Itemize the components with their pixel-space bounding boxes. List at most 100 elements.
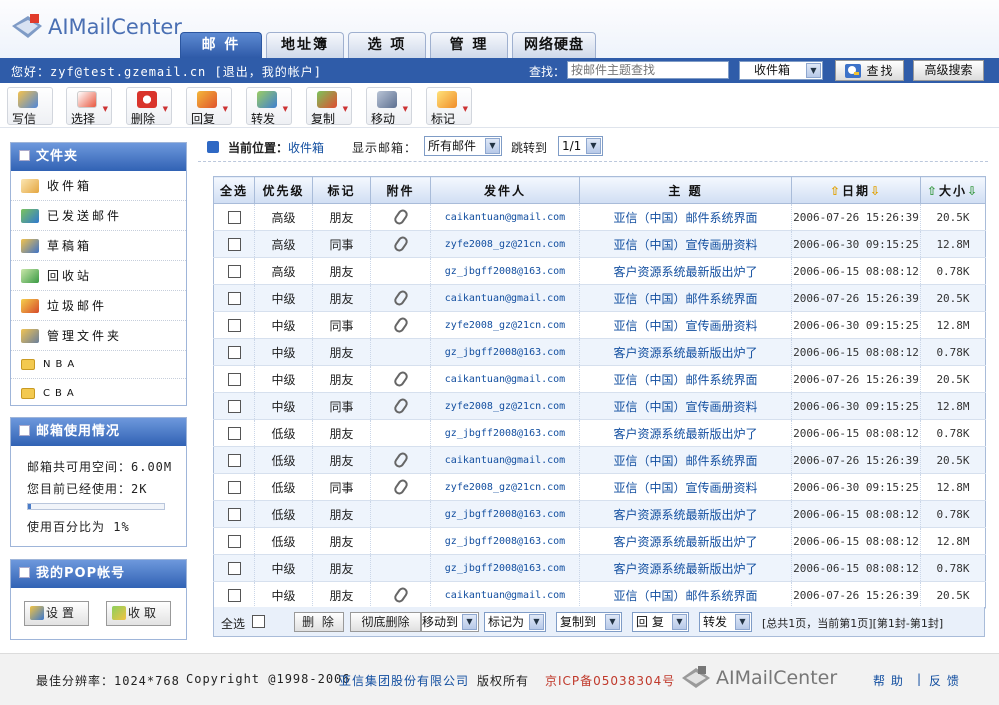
delete-button[interactable]: 删除 ▼	[126, 87, 172, 126]
row-sender[interactable]: caikantuan@gmail.com	[430, 446, 580, 474]
table-row[interactable]: 低级 同事 zyfe2008_gz@21cn.com 亚信（中国）宣传画册资料 2006…	[213, 473, 986, 501]
row-checkbox-cell[interactable]	[213, 203, 255, 231]
row-sender[interactable]: zyfe2008_gz@21cn.com	[430, 473, 580, 501]
folder-nba[interactable]: NBA	[11, 351, 186, 379]
row-sender[interactable]: caikantuan@gmail.com	[430, 581, 580, 609]
row-checkbox-cell[interactable]	[213, 419, 255, 447]
table-row[interactable]: 低级 朋友 gz_jbgff2008@163.com 客户资源系统最新版出炉了 2006…	[213, 419, 986, 447]
delete-selected-button[interactable]: 删 除	[294, 612, 344, 632]
panel-collapse-icon[interactable]	[19, 425, 30, 436]
forward-select[interactable]: 转发 ▼	[699, 612, 752, 632]
tab-address-book[interactable]: 地址簿	[266, 32, 344, 58]
folder-sent[interactable]: 已发送邮件	[11, 201, 186, 231]
row-checkbox[interactable]	[227, 427, 241, 440]
mark-button[interactable]: 标记 ▼	[426, 87, 472, 126]
tab-mail[interactable]: 邮 件	[180, 32, 262, 58]
table-row[interactable]: 低级 朋友 gz_jbgff2008@163.com 客户资源系统最新版出炉了 2006…	[213, 527, 986, 555]
user-greeting[interactable]: 您好：zyf@test.gzemail.cn [退出，我的帐户]	[11, 63, 322, 80]
row-checkbox[interactable]	[227, 373, 241, 386]
row-subject[interactable]: 亚信（中国）邮件系统界面	[579, 446, 792, 474]
row-checkbox-cell[interactable]	[213, 338, 255, 366]
table-row[interactable]: 中级 朋友 caikantuan@gmail.com 亚信（中国）邮件系统界面 2006…	[213, 365, 986, 393]
row-sender[interactable]: gz_jbgff2008@163.com	[430, 419, 580, 447]
table-row[interactable]: 高级 朋友 caikantuan@gmail.com 亚信（中国）邮件系统界面 2006…	[213, 203, 986, 231]
panel-collapse-icon[interactable]	[19, 567, 30, 578]
row-checkbox-cell[interactable]	[213, 581, 255, 609]
tab-options[interactable]: 选 项	[348, 32, 426, 58]
pop-receive-button[interactable]: 收取	[106, 601, 171, 626]
row-subject[interactable]: 客户资源系统最新版出炉了	[579, 500, 792, 528]
location-current-link[interactable]: 收件箱	[288, 141, 324, 155]
row-subject[interactable]: 客户资源系统最新版出炉了	[579, 554, 792, 582]
row-checkbox[interactable]	[227, 535, 241, 548]
search-folder-select[interactable]: 收件箱 ▼	[739, 61, 823, 80]
search-input[interactable]	[567, 61, 729, 79]
copy-button[interactable]: 复制 ▼	[306, 87, 352, 126]
select-button[interactable]: 选择 ▼	[66, 87, 112, 126]
forward-button[interactable]: 转发 ▼	[246, 87, 292, 126]
move-to-select[interactable]: 移动到 ▼	[421, 612, 479, 632]
row-sender[interactable]: gz_jbgff2008@163.com	[430, 500, 580, 528]
compose-button[interactable]: 写信	[7, 87, 53, 126]
col-sender[interactable]: 发件人	[430, 176, 580, 204]
row-checkbox-cell[interactable]	[213, 230, 255, 258]
row-sender[interactable]: gz_jbgff2008@163.com	[430, 338, 580, 366]
col-size[interactable]: ⇧大小⇩	[920, 176, 986, 204]
reply-button[interactable]: 回复 ▼	[186, 87, 232, 126]
row-checkbox-cell[interactable]	[213, 473, 255, 501]
row-subject[interactable]: 亚信（中国）宣传画册资料	[579, 473, 792, 501]
row-checkbox[interactable]	[227, 346, 241, 359]
page-select[interactable]: 1/1 ▼	[558, 136, 603, 156]
reply-select[interactable]: 回 复 ▼	[632, 612, 689, 632]
row-checkbox[interactable]	[227, 481, 241, 494]
col-priority[interactable]: 优先级	[254, 176, 313, 204]
show-mailbox-select[interactable]: 所有邮件 ▼	[424, 136, 502, 156]
row-checkbox[interactable]	[227, 508, 241, 521]
row-checkbox-cell[interactable]	[213, 554, 255, 582]
row-subject[interactable]: 亚信（中国）宣传画册资料	[579, 392, 792, 420]
row-sender[interactable]: zyfe2008_gz@21cn.com	[430, 392, 580, 420]
feedback-link[interactable]: 反 馈	[929, 672, 960, 689]
row-sender[interactable]: gz_jbgff2008@163.com	[430, 527, 580, 555]
col-attachment[interactable]: 附件	[370, 176, 431, 204]
folder-spam[interactable]: 垃圾邮件	[11, 291, 186, 321]
row-sender[interactable]: zyfe2008_gz@21cn.com	[430, 230, 580, 258]
row-sender[interactable]: gz_jbgff2008@163.com	[430, 257, 580, 285]
row-subject[interactable]: 亚信（中国）邮件系统界面	[579, 581, 792, 609]
table-row[interactable]: 中级 朋友 caikantuan@gmail.com 亚信（中国）邮件系统界面 2006…	[213, 581, 986, 609]
row-checkbox[interactable]	[227, 292, 241, 305]
row-checkbox-cell[interactable]	[213, 392, 255, 420]
tab-network-disk[interactable]: 网络硬盘	[512, 32, 596, 58]
row-subject[interactable]: 亚信（中国）宣传画册资料	[579, 230, 792, 258]
panel-collapse-icon[interactable]	[19, 150, 30, 161]
row-checkbox[interactable]	[227, 265, 241, 278]
row-sender[interactable]: caikantuan@gmail.com	[430, 284, 580, 312]
table-row[interactable]: 低级 朋友 gz_jbgff2008@163.com 客户资源系统最新版出炉了 2006…	[213, 500, 986, 528]
col-tag[interactable]: 标记	[312, 176, 371, 204]
folder-manage[interactable]: 管理文件夹	[11, 321, 186, 351]
col-date[interactable]: ⇧日期⇩	[791, 176, 921, 204]
row-subject[interactable]: 客户资源系统最新版出炉了	[579, 527, 792, 555]
row-checkbox-cell[interactable]	[213, 527, 255, 555]
table-row[interactable]: 中级 朋友 gz_jbgff2008@163.com 客户资源系统最新版出炉了 2006…	[213, 338, 986, 366]
row-sender[interactable]: caikantuan@gmail.com	[430, 203, 580, 231]
table-row[interactable]: 高级 同事 zyfe2008_gz@21cn.com 亚信（中国）宣传画册资料 2006…	[213, 230, 986, 258]
row-sender[interactable]: caikantuan@gmail.com	[430, 365, 580, 393]
footer-icp-link[interactable]: 京ICP备05038304号	[545, 672, 675, 689]
row-subject[interactable]: 客户资源系统最新版出炉了	[579, 419, 792, 447]
row-subject[interactable]: 亚信（中国）邮件系统界面	[579, 203, 792, 231]
row-checkbox-cell[interactable]	[213, 365, 255, 393]
row-sender[interactable]: gz_jbgff2008@163.com	[430, 554, 580, 582]
row-checkbox[interactable]	[227, 562, 241, 575]
footer-company-link[interactable]: 亚信集团股份有限公司	[339, 672, 469, 689]
folder-drafts[interactable]: 草稿箱	[11, 231, 186, 261]
pop-settings-button[interactable]: 设置	[24, 601, 89, 626]
help-link[interactable]: 帮 助	[873, 672, 904, 689]
table-row[interactable]: 高级 朋友 gz_jbgff2008@163.com 客户资源系统最新版出炉了 2006…	[213, 257, 986, 285]
table-row[interactable]: 中级 朋友 gz_jbgff2008@163.com 客户资源系统最新版出炉了 2006…	[213, 554, 986, 582]
table-row[interactable]: 低级 朋友 caikantuan@gmail.com 亚信（中国）邮件系统界面 2006…	[213, 446, 986, 474]
row-checkbox-cell[interactable]	[213, 446, 255, 474]
folder-trash[interactable]: 回收站	[11, 261, 186, 291]
purge-button[interactable]: 彻底删除	[350, 612, 421, 632]
row-checkbox[interactable]	[227, 454, 241, 467]
